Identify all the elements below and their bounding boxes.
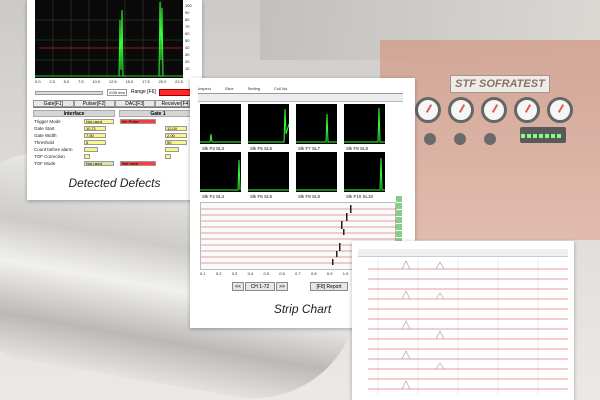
channel-tile: Slk F8 SL8 <box>344 104 385 151</box>
x-tick-labels: 0.0 2.5 5.0 7.5 10.0 12.5 15.0 17.5 20.0 22.5 <box>35 79 183 84</box>
strip-header: Inspect Slice Setting Coil No. <box>198 86 403 94</box>
trigger-mode-select[interactable]: Not used <box>84 119 114 124</box>
interface-panel-title: Interface <box>33 110 115 117</box>
range-slider[interactable] <box>35 91 103 95</box>
tab-pulser[interactable]: Pulser[F2] <box>73 100 115 107</box>
gate1-start-input[interactable]: 12.00 <box>165 126 187 131</box>
param-label: Count before alarm <box>34 147 73 152</box>
multichannel-strip-card <box>352 241 574 400</box>
tof-mode-select[interactable]: Not used <box>84 161 114 166</box>
a-scan-plot <box>35 0 183 78</box>
param-label: Gate Width <box>34 133 57 138</box>
a-scan-display <box>35 0 183 78</box>
channel-tile: Slk F7 SL7 <box>296 104 337 151</box>
count-alarm-input[interactable] <box>84 147 98 152</box>
gate-mode-select[interactable]: Int. Pulse <box>120 119 156 124</box>
tof-correction-checkbox[interactable] <box>84 154 90 159</box>
threshold-input[interactable]: 5 <box>84 140 106 145</box>
next-channels-button[interactable]: >> <box>276 282 288 291</box>
range-bar: 0.00 mm Range [F6] <box>35 89 195 97</box>
tab-gate[interactable]: Gate[F1] <box>33 100 74 107</box>
gate-width-input[interactable]: 7.50 <box>84 133 106 138</box>
gate-panel-title: Gate 1 <box>119 110 197 117</box>
gate-start-input[interactable]: 10.71 <box>84 126 106 131</box>
param-label: TOF Mode <box>34 161 56 166</box>
param-label: TOF Correction <box>34 154 65 159</box>
y-tick-labels: 100 90 80 70 60 50 40 30 20 10 <box>185 3 192 71</box>
report-button[interactable]: [F8] Report <box>310 282 348 291</box>
channel-tile: Slk F8 SL8 <box>296 152 337 199</box>
strip-toolbar <box>198 94 403 102</box>
range-value: 0.00 mm <box>107 89 127 96</box>
channel-tile: Slk F4 SL4 <box>200 152 241 199</box>
param-label: Trigger Mode <box>34 119 61 124</box>
tab-dac[interactable]: DAC[F3] <box>114 100 156 107</box>
gate1-threshold-input[interactable]: 50 <box>165 140 187 145</box>
y-axis: 100 90 80 70 60 50 40 30 20 10 <box>184 0 198 78</box>
gate1-count-input[interactable] <box>165 147 179 152</box>
channel-tile: Slk F5 SL5 <box>248 104 290 151</box>
strip-header-bar <box>358 249 568 257</box>
settings-tabs: Gate[F1] Pulser[F2] DAC[F3] Receiver[F4] <box>33 100 196 108</box>
multichannel-chart <box>358 259 568 395</box>
channel-range-label: CH 1-72 <box>245 282 275 291</box>
gate1-tof-checkbox[interactable] <box>165 154 171 159</box>
channel-tile: Slk F3 SL3 <box>200 104 241 151</box>
range-label: Range [F6] <box>131 89 156 95</box>
gate1-tof-mode-select[interactable]: Not used <box>120 161 156 166</box>
card-caption: Detected Defects <box>68 176 161 190</box>
prev-channels-button[interactable]: << <box>232 282 244 291</box>
gate1-width-input[interactable]: 2.00 <box>165 133 187 138</box>
channel-tile: Slk F10 SL10 <box>344 152 385 199</box>
detected-defects-card: 100 90 80 70 60 50 40 30 20 10 0.0 2.5 5.0 7.5 1… <box>27 0 202 200</box>
channel-tile: Slk F6 SL6 <box>248 152 289 199</box>
param-label: Threshold <box>34 140 55 145</box>
param-label: Gate Start <box>34 126 55 131</box>
